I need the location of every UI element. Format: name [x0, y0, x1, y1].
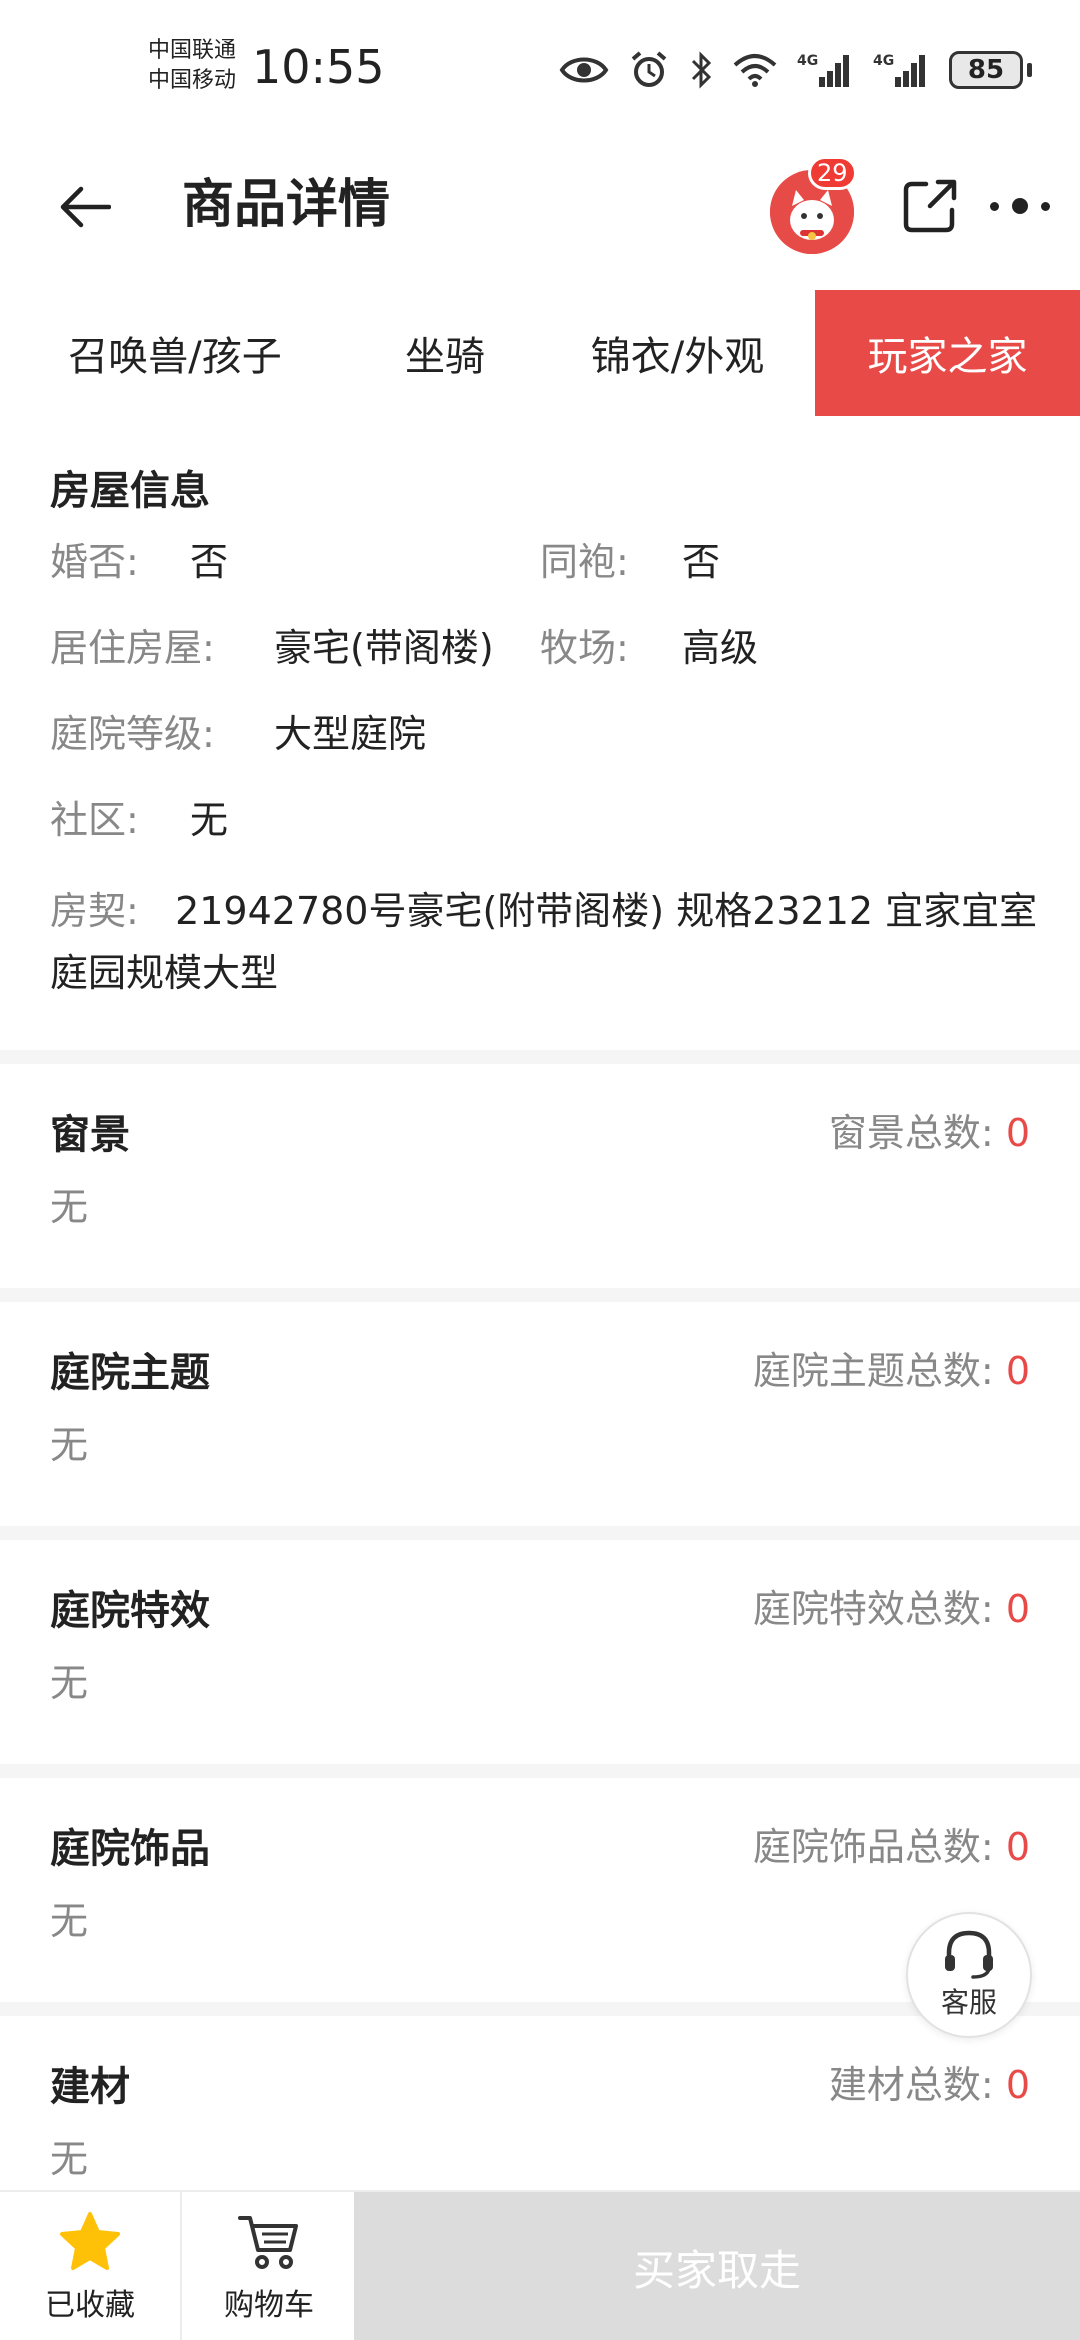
yard-effect-count-value: 0 — [1005, 1587, 1030, 1631]
residence-label: 居住房屋: — [50, 626, 215, 670]
married-value: 否 — [190, 540, 229, 584]
deed-row: 房契: 21942780号豪宅(附带阁楼) 规格23212 宜家宜室 庭园规模大… — [50, 880, 1040, 1004]
yard-theme-count-label: 庭院主题总数: — [752, 1349, 994, 1393]
ranch-value: 高级 — [682, 626, 759, 670]
carrier-names: 中国联通 中国移动 — [148, 36, 236, 96]
favorite-label: 已收藏 — [45, 2288, 135, 2323]
yard-ornament-value: 无 — [50, 1899, 89, 1943]
buyer-pickup-button[interactable]: 买家取走 — [354, 2192, 1080, 2340]
window-view-count-label: 窗景总数: — [828, 1111, 994, 1155]
yard-ornament-count-value: 0 — [1005, 1825, 1030, 1869]
yard-theme-count: 庭院主题总数: 0 — [753, 1340, 1030, 1395]
page-title: 商品详情 — [182, 175, 391, 235]
yard-effect-title: 庭院特效 — [50, 1588, 210, 1634]
section-divider — [0, 1526, 1080, 1540]
customer-service-label: 客服 — [940, 1986, 997, 2019]
building-material-count-label: 建材总数: — [828, 2063, 994, 2107]
avatar[interactable]: 29 — [770, 156, 857, 254]
tab-mounts[interactable]: 坐骑 — [350, 290, 540, 416]
residence-value: 豪宅(带阁楼) — [274, 626, 494, 670]
info-row-married: 婚否: 否 同袍: 否 — [50, 532, 1030, 592]
status-bar: 中国联通 中国移动 10:55 4G 4G 85 — [0, 0, 1080, 140]
same-robe-label: 同袍: — [540, 540, 629, 584]
notification-badge: 29 — [808, 156, 857, 190]
ranch-label: 牧场: — [540, 626, 629, 670]
favorite-button[interactable]: 已收藏 — [0, 2192, 182, 2340]
yard-level-value: 大型庭院 — [274, 712, 427, 756]
window-view-count-value: 0 — [1005, 1111, 1030, 1155]
yard-ornament-count: 庭院饰品总数: 0 — [753, 1816, 1030, 1871]
wifi-icon — [733, 54, 777, 87]
window-view-count: 窗景总数: 0 — [829, 1102, 1030, 1157]
yard-theme-section: 庭院主题 庭院主题总数: 0 无 — [0, 1302, 1080, 1524]
info-row-yard-level: 庭院等级: 大型庭院 — [50, 704, 1030, 764]
yard-theme-count-value: 0 — [1005, 1349, 1030, 1393]
category-tabs: 召唤兽/孩子 坐骑 锦衣/外观 玩家之家 — [0, 290, 1080, 416]
yard-effect-value: 无 — [50, 1661, 89, 1705]
shopping-cart-icon — [238, 2216, 298, 2269]
building-material-count-value: 0 — [1005, 2063, 1030, 2107]
window-view-title: 窗景 — [50, 1112, 130, 1158]
tab-outfits[interactable]: 锦衣/外观 — [540, 290, 815, 416]
building-material-count: 建材总数: 0 — [829, 2054, 1030, 2109]
deed-value: 21942780号豪宅(附带阁楼) 规格23212 宜家宜室 庭园规模大型 — [50, 889, 1038, 995]
carrier-1: 中国联通 — [148, 38, 237, 63]
cart-button[interactable]: 购物车 — [184, 2192, 354, 2340]
info-row-residence: 居住房屋: 豪宅(带阁楼) 牧场: 高级 — [50, 618, 1030, 678]
eye-icon — [559, 57, 609, 83]
bluetooth-icon — [691, 51, 712, 89]
house-info-section: 房屋信息 婚否: 否 同袍: 否 居住房屋: 豪宅(带阁楼) 牧场: 高级 庭院… — [0, 420, 1080, 1050]
star-icon — [60, 2212, 120, 2270]
yard-effect-section: 庭院特效 庭院特效总数: 0 无 — [0, 1540, 1080, 1762]
same-robe-value: 否 — [682, 540, 721, 584]
svg-text:4G: 4G — [873, 53, 894, 69]
yard-theme-title: 庭院主题 — [50, 1350, 210, 1396]
married-label: 婚否: — [50, 540, 139, 584]
alarm-icon — [631, 51, 667, 87]
signal-4g-icon: 4G — [873, 53, 925, 87]
window-view-value: 无 — [50, 1185, 89, 1229]
carrier-2: 中国移动 — [148, 68, 237, 93]
share-icon — [903, 179, 957, 233]
customer-service-button[interactable]: 客服 — [906, 1912, 1032, 2038]
more-button[interactable] — [990, 184, 1050, 228]
app-header: 商品详情 29 — [0, 150, 1080, 260]
more-dot-icon — [990, 201, 999, 211]
community-value: 无 — [190, 798, 229, 842]
more-dot-icon — [1041, 201, 1050, 211]
tab-player-home[interactable]: 玩家之家 — [815, 290, 1080, 416]
signal-4g-icon: 4G — [797, 53, 849, 87]
arrow-left-icon — [60, 186, 111, 228]
section-divider — [0, 1764, 1080, 1778]
section-divider — [0, 1050, 1080, 1064]
status-time: 10:55 — [252, 40, 385, 94]
community-label: 社区: — [50, 798, 139, 842]
tab-summon-pets[interactable]: 召唤兽/孩子 — [0, 290, 350, 416]
more-dot-icon — [1012, 198, 1028, 214]
status-icons: 4G 4G 85 — [559, 46, 1032, 94]
yard-effect-count-label: 庭院特效总数: — [752, 1587, 994, 1631]
info-row-community: 社区: 无 — [50, 790, 1030, 850]
yard-theme-value: 无 — [50, 1423, 89, 1467]
battery-indicator: 85 — [949, 51, 1032, 89]
yard-ornament-title: 庭院饰品 — [50, 1826, 210, 1872]
deed-label: 房契: — [50, 889, 139, 933]
battery-cap — [1027, 63, 1032, 77]
headset-icon — [945, 1930, 993, 1979]
back-button[interactable] — [50, 172, 120, 242]
bottom-action-bar: 已收藏 购物车 买家取走 — [0, 2190, 1080, 2340]
share-button[interactable] — [900, 176, 960, 236]
building-material-value: 无 — [50, 2137, 89, 2181]
battery-level: 85 — [949, 51, 1023, 89]
yard-level-label: 庭院等级: — [50, 712, 215, 756]
yard-effect-count: 庭院特效总数: 0 — [753, 1578, 1030, 1633]
building-material-title: 建材 — [50, 2064, 130, 2110]
yard-ornament-count-label: 庭院饰品总数: — [752, 1825, 994, 1869]
section-divider — [0, 1288, 1080, 1302]
cart-label: 购物车 — [224, 2288, 314, 2323]
svg-text:4G: 4G — [797, 53, 818, 69]
window-view-section: 窗景 窗景总数: 0 无 — [0, 1064, 1080, 1286]
house-info-title: 房屋信息 — [50, 468, 210, 514]
